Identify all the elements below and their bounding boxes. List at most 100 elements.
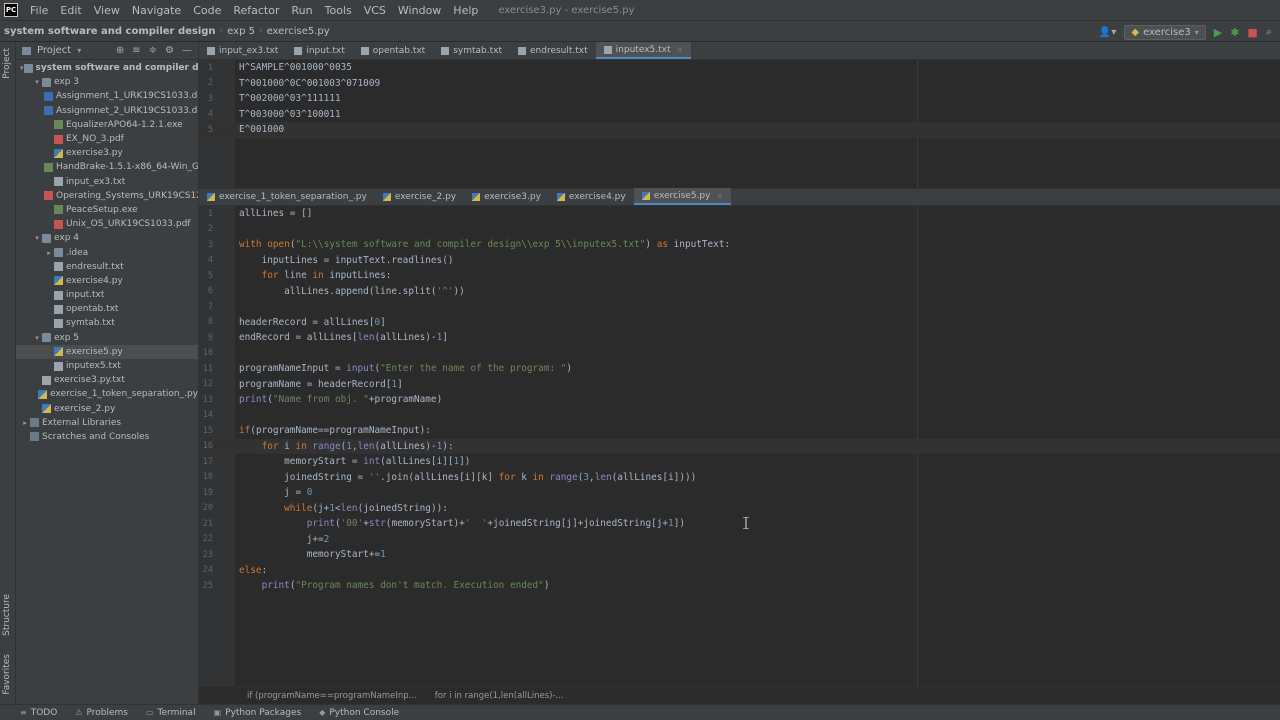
top-editor[interactable]: 1 H^SAMPLE^001000^0035 2 T^001000^0C^001003… (199, 60, 1280, 188)
tree-item[interactable]: EX_NO_3.pdf (16, 132, 198, 146)
project-panel-title[interactable]: Project (37, 45, 71, 56)
tree-item[interactable]: Assignmnet_2_URK19CS1033.docx (16, 104, 198, 118)
code-line[interactable]: 22 j+=2 (199, 532, 1280, 548)
chevron-down-icon[interactable]: ▾ (77, 46, 81, 55)
menu-item[interactable]: Run (286, 4, 319, 17)
status-tool-button[interactable]: ≡ TODO (20, 708, 57, 718)
tree-item[interactable]: Operating_Systems_URK19CS1213. (16, 189, 198, 203)
expand-all-icon[interactable]: ≡ (132, 45, 140, 56)
status-tool-button[interactable]: ⚠ Problems (75, 708, 128, 718)
menu-item[interactable]: Navigate (126, 4, 187, 17)
code-line[interactable]: 9 endRecord = allLines[len(allLines)-1] (199, 330, 1280, 346)
locate-icon[interactable]: ⊕ (116, 45, 124, 56)
code-line[interactable]: 17 memoryStart = int(allLines[i][1]) (199, 454, 1280, 470)
tree-item[interactable]: input.txt (16, 288, 198, 302)
menu-item[interactable]: VCS (358, 4, 392, 17)
tree-item[interactable]: exercise3.py.txt (16, 373, 198, 387)
code-line[interactable]: 6 allLines.append(line.split('^')) (199, 284, 1280, 300)
code-line[interactable]: 15 if(programName==programNameInput): (199, 423, 1280, 439)
menu-item[interactable]: Refactor (227, 4, 285, 17)
tree-item[interactable]: input_ex3.txt (16, 175, 198, 189)
code-line[interactable]: 11 programNameInput = input("Enter the na… (199, 361, 1280, 377)
status-tool-button[interactable]: ◆ Python Console (319, 708, 399, 718)
editor-tab[interactable]: opentab.txt (353, 42, 433, 59)
stop-icon[interactable]: ■ (1247, 26, 1257, 39)
code-line[interactable]: 8 headerRecord = allLines[0] (199, 315, 1280, 331)
close-icon[interactable]: × (716, 191, 723, 200)
code-crumb-if[interactable]: if (programName==programNameInp... (247, 691, 417, 701)
breadcrumb-folder[interactable]: exp 5 (223, 26, 259, 37)
code-line[interactable]: 5 for line in inputLines: (199, 268, 1280, 284)
chevron-down-icon[interactable]: ▾ (32, 234, 42, 242)
breadcrumb-file[interactable]: exercise5.py (263, 26, 334, 37)
code-line[interactable]: 10 (199, 346, 1280, 362)
breadcrumb-project[interactable]: system software and compiler design (0, 26, 220, 37)
run-icon[interactable]: ▶ (1214, 26, 1222, 39)
tree-item[interactable]: Unix_OS_URK19CS1033.pdf (16, 217, 198, 231)
structure-tool-button[interactable]: Structure (2, 594, 12, 636)
code-line[interactable]: 24 else: (199, 563, 1280, 579)
code-line[interactable]: 1 H^SAMPLE^001000^0035 (199, 60, 1280, 76)
tree-item[interactable]: Scratches and Consoles (16, 430, 198, 444)
editor-tab[interactable]: exercise_1_token_separation_.py (199, 188, 375, 205)
editor-tab[interactable]: inputex5.txt × (595, 42, 692, 59)
chevron-down-icon[interactable]: ▾ (20, 64, 24, 72)
chevron-down-icon[interactable]: ▾ (32, 334, 42, 342)
favorites-tool-button[interactable]: Favorites (2, 654, 12, 695)
menu-item[interactable]: File (24, 4, 54, 17)
tree-item[interactable]: exercise3.py (16, 146, 198, 160)
chevron-right-icon[interactable]: ▸ (44, 249, 54, 257)
tree-item[interactable]: symtab.txt (16, 316, 198, 330)
code-line[interactable]: 20 while(j+1<len(joinedString)): (199, 501, 1280, 517)
code-line[interactable]: 23 memoryStart+=1 (199, 547, 1280, 563)
code-line[interactable]: 13 print("Name from obj. "+programName) (199, 392, 1280, 408)
project-tool-button[interactable]: Project (2, 48, 12, 79)
code-line[interactable]: 18 joinedString = ''.join(allLines[i][k]… (199, 470, 1280, 486)
user-icon[interactable]: 👤▾ (1099, 27, 1116, 38)
debug-icon[interactable]: ✱ (1230, 26, 1239, 39)
editor-tab[interactable]: exercise5.py × (633, 188, 732, 205)
menu-item[interactable]: Tools (319, 4, 358, 17)
minimize-icon[interactable]: — (182, 45, 192, 56)
code-line[interactable]: 3 T^002000^03^111111 (199, 91, 1280, 107)
tree-item[interactable]: ▾ exp 3 (16, 75, 198, 89)
code-line[interactable]: 4 inputLines = inputText.readlines() (199, 253, 1280, 269)
editor-tab[interactable]: exercise_2.py (375, 188, 464, 205)
tree-item[interactable]: HandBrake-1.5.1-x86_64-Win_GUI. (16, 160, 198, 174)
tree-item[interactable]: PeaceSetup.exe (16, 203, 198, 217)
menu-item[interactable]: Code (187, 4, 227, 17)
status-tool-button[interactable]: ▭ Terminal (146, 708, 196, 718)
code-line[interactable]: 19 j = 0 (199, 485, 1280, 501)
code-line[interactable]: 21 print('00'+str(memoryStart)+' '+joine… (199, 516, 1280, 532)
code-line[interactable]: 25 print("Program names don't match. Exe… (199, 578, 1280, 594)
editor-tab[interactable]: symtab.txt (433, 42, 510, 59)
chevron-right-icon[interactable]: ▸ (20, 419, 30, 427)
tree-item[interactable]: ▾ exp 5 (16, 331, 198, 345)
tree-item[interactable]: exercise_2.py (16, 402, 198, 416)
code-line[interactable]: 12 programName = headerRecord[1] (199, 377, 1280, 393)
tree-item[interactable]: exercise4.py (16, 274, 198, 288)
editor-tab[interactable]: exercise3.py (464, 188, 549, 205)
tree-item[interactable]: inputex5.txt (16, 359, 198, 373)
tree-item[interactable]: ▾ system software and compiler design (16, 61, 198, 75)
tree-item[interactable]: EqualizerAPO64-1.2.1.exe (16, 118, 198, 132)
tree-item[interactable]: exercise_1_token_separation_.py (16, 387, 198, 401)
editor-tab[interactable]: endresult.txt (510, 42, 596, 59)
code-line[interactable]: 1 allLines = [] (199, 206, 1280, 222)
code-line[interactable]: 2 T^001000^0C^001003^071009 (199, 76, 1280, 92)
collapse-all-icon[interactable]: ≑ (149, 45, 157, 56)
close-icon[interactable]: × (677, 45, 684, 54)
code-line[interactable]: 4 T^003000^03^100011 (199, 107, 1280, 123)
code-line[interactable]: 16 for i in range(1,len(allLines)-1): (199, 438, 1280, 454)
editor-tab[interactable]: input.txt (286, 42, 352, 59)
menu-item[interactable]: Edit (54, 4, 87, 17)
code-line[interactable]: 5 E^001000 (199, 122, 1280, 138)
code-crumb-for[interactable]: for i in range(1,len(allLines)-... (435, 691, 564, 701)
menu-item[interactable]: Window (392, 4, 447, 17)
search-icon[interactable]: ⌕ (1266, 25, 1272, 39)
run-config-selector[interactable]: ◆ exercise3 ▾ (1124, 24, 1206, 40)
status-tool-button[interactable]: ▣ Python Packages (214, 708, 302, 718)
tree-item[interactable]: ▾ exp 4 (16, 231, 198, 245)
tree-item[interactable]: Assignment_1_URK19CS1033.docx (16, 89, 198, 103)
code-line[interactable]: 3 with open("L:\\system software and comp… (199, 237, 1280, 253)
